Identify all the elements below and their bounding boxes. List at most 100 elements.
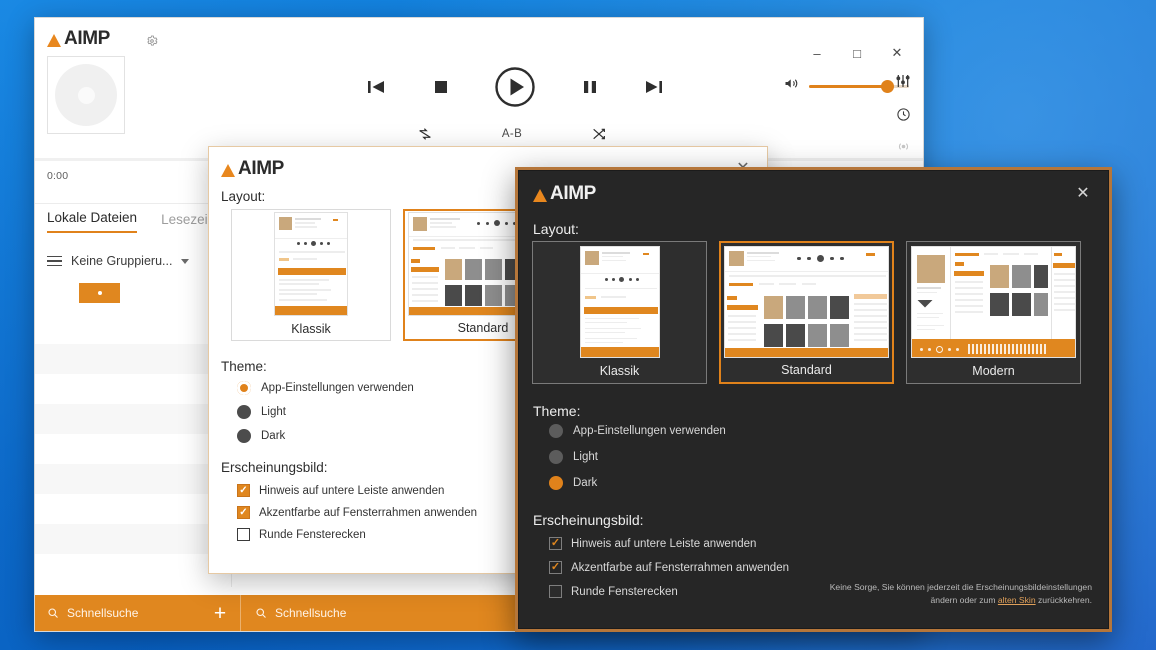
volume-control[interactable] <box>783 76 909 96</box>
dialog-dark-note: Keine Sorge, Sie können jederzeit die Er… <box>830 581 1092 606</box>
dialog-light-logo: AIMP <box>221 158 284 180</box>
play-circle-icon[interactable] <box>494 66 536 108</box>
theme-option-app-settings[interactable]: App-Einstellungen verwenden <box>549 424 726 438</box>
album-art[interactable] <box>47 56 125 134</box>
secondary-controls: A-B <box>417 126 607 142</box>
layout-option-standard[interactable]: Standard <box>719 241 894 384</box>
theme-label: Theme: <box>221 359 267 374</box>
previous-track-icon[interactable] <box>365 77 387 97</box>
grouping-selector[interactable]: Keine Gruppieru... <box>47 254 190 268</box>
appearance-option-rounded-corners[interactable]: Runde Fensterecken <box>549 585 789 598</box>
speaker-icon[interactable] <box>783 76 800 96</box>
gear-icon[interactable] <box>146 34 158 46</box>
layout-option-modern-label: Modern <box>972 364 1015 378</box>
search-icon <box>48 608 58 618</box>
checkbox-icon <box>549 537 562 550</box>
player-header: AIMP A-B – □ ✕ <box>35 18 923 158</box>
clock-icon[interactable] <box>896 107 911 127</box>
layout-option-klassik[interactable]: Klassik <box>231 209 391 341</box>
appearance-option-hint-bottom-bar[interactable]: Hinweis auf untere Leiste anwenden <box>549 537 789 550</box>
next-track-icon[interactable] <box>643 77 665 97</box>
transport-controls <box>365 66 665 108</box>
aimp-triangle-logo-icon <box>47 33 61 47</box>
appearance-option-accent-frame-label: Akzentfarbe auf Fensterrahmen anwenden <box>571 561 789 574</box>
appearance-option-rounded-corners[interactable]: Runde Fensterecken <box>237 528 477 541</box>
close-button[interactable]: ✕ <box>877 40 917 66</box>
theme-option-light-label: Light <box>573 451 598 463</box>
theme-options-light: App-Einstellungen verwenden Light Dark <box>237 381 414 443</box>
playlist-chip[interactable] <box>79 283 120 303</box>
dialog-light-title: AIMP <box>238 158 284 179</box>
layout-option-standard-label: Standard <box>781 363 832 377</box>
layout-option-klassik-label: Klassik <box>599 364 640 378</box>
theme-option-dark-label: Dark <box>573 477 598 489</box>
volume-knob[interactable] <box>881 79 894 93</box>
playlist-rows <box>35 314 231 587</box>
list-item[interactable] <box>35 374 231 404</box>
dialog-dark-note-line1: Keine Sorge, Sie können jederzeit die Er… <box>829 582 1092 593</box>
stop-icon[interactable] <box>431 77 451 97</box>
appearance-option-hint-bottom-bar-label: Hinweis auf untere Leiste anwenden <box>259 484 445 497</box>
layout-option-modern[interactable]: Modern <box>906 241 1081 384</box>
quick-search-left[interactable]: Schnellsuche <box>35 606 200 620</box>
checkbox-icon <box>237 528 250 541</box>
appearance-label: Erscheinungsbild: <box>533 512 644 528</box>
equalizer-icon[interactable] <box>895 73 911 94</box>
theme-option-app-settings[interactable]: App-Einstellungen verwenden <box>237 381 414 395</box>
theme-option-app-settings-label: App-Einstellungen verwenden <box>261 382 414 394</box>
list-item[interactable] <box>35 524 231 554</box>
checkbox-icon <box>549 585 562 598</box>
aimp-logo: AIMP <box>47 28 110 50</box>
grouping-label: Keine Gruppieru... <box>71 254 173 268</box>
pause-icon[interactable] <box>580 77 600 97</box>
checkbox-icon <box>237 484 250 497</box>
list-item[interactable] <box>35 434 231 464</box>
radio-icon <box>549 476 563 490</box>
theme-options-dark: App-Einstellungen verwenden Light Dark <box>549 424 726 490</box>
list-item[interactable] <box>35 404 231 434</box>
radio-icon <box>237 405 251 419</box>
old-skin-link[interactable]: alten Skin <box>998 595 1036 605</box>
broadcast-icon[interactable] <box>896 140 911 158</box>
layout-option-klassik[interactable]: Klassik <box>532 241 707 384</box>
list-item[interactable] <box>35 314 231 344</box>
radio-icon <box>549 450 563 464</box>
appearance-option-accent-frame[interactable]: Akzentfarbe auf Fensterrahmen anwenden <box>237 506 477 519</box>
appearance-option-rounded-corners-label: Runde Fensterecken <box>259 528 366 541</box>
tab-lokale-dateien[interactable]: Lokale Dateien <box>47 210 138 233</box>
list-item[interactable] <box>35 344 231 374</box>
quick-search-right-placeholder: Schnellsuche <box>275 606 347 620</box>
theme-option-light-label: Light <box>261 406 286 418</box>
repeat-icon[interactable] <box>417 126 433 142</box>
list-item[interactable] <box>35 464 231 494</box>
note-prefix: ändern oder zum <box>930 594 998 605</box>
dialog-dark-body: AIMP ✕ Layout: Klassik Standard Modern T… <box>518 170 1109 629</box>
playlist-tabs: Lokale Dateien Lesezeich <box>47 210 222 233</box>
appearance-options-dark: Hinweis auf untere Leiste anwenden Akzen… <box>549 537 789 598</box>
theme-option-light[interactable]: Light <box>549 450 726 464</box>
modern-preview-icon <box>907 245 1080 358</box>
klassik-preview-icon <box>232 212 390 316</box>
layout-options-light: Klassik Standard <box>231 209 563 341</box>
shuffle-icon[interactable] <box>591 126 607 142</box>
list-item[interactable] <box>35 494 231 524</box>
list-item[interactable] <box>35 554 231 584</box>
ab-repeat-button[interactable]: A-B <box>502 128 522 140</box>
appearance-options-light: Hinweis auf untere Leiste anwenden Akzen… <box>237 484 477 541</box>
theme-option-light[interactable]: Light <box>237 405 414 419</box>
close-icon[interactable]: ✕ <box>1070 181 1096 205</box>
maximize-button[interactable]: □ <box>837 40 877 66</box>
radio-icon <box>237 381 251 395</box>
dialog-dark-title: AIMP <box>550 183 596 204</box>
standard-preview-icon <box>721 245 892 358</box>
add-button[interactable]: + <box>200 603 240 624</box>
appearance-option-hint-bottom-bar[interactable]: Hinweis auf untere Leiste anwenden <box>237 484 477 497</box>
volume-slider[interactable] <box>809 79 909 93</box>
quick-search-right[interactable]: Schnellsuche <box>241 606 346 620</box>
appearance-option-accent-frame[interactable]: Akzentfarbe auf Fensterrahmen anwenden <box>549 561 789 574</box>
chevron-down-icon <box>181 258 190 264</box>
theme-option-dark[interactable]: Dark <box>237 429 414 443</box>
minimize-button[interactable]: – <box>797 40 837 66</box>
time-elapsed: 0:00 <box>47 170 69 182</box>
theme-option-dark[interactable]: Dark <box>549 476 726 490</box>
